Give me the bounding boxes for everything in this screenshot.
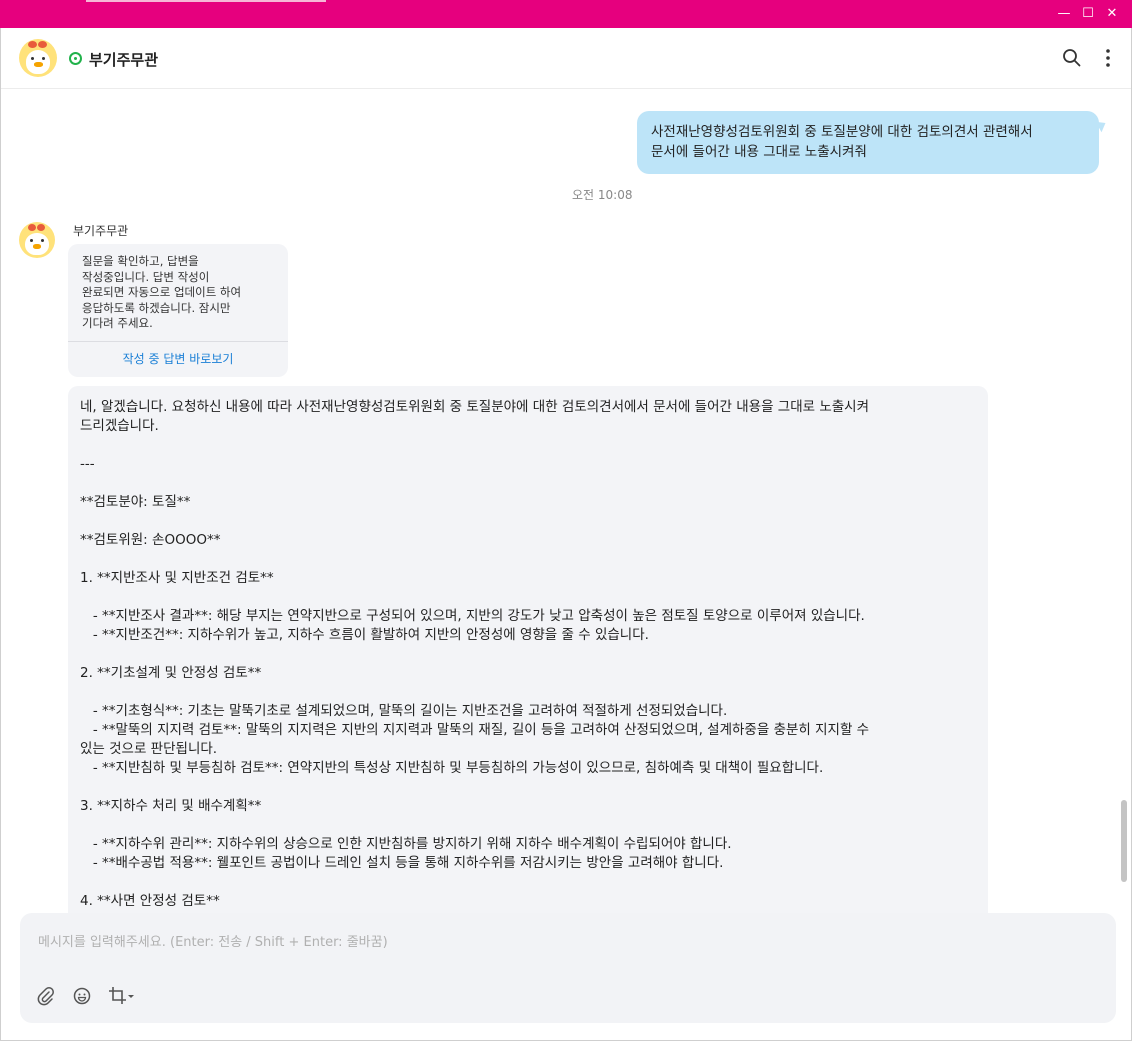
titlebar-highlight xyxy=(86,0,326,2)
card-line: 질문을 확인하고, 답변을 xyxy=(82,254,199,268)
answer-line xyxy=(80,816,976,835)
answer-line: - **말뚝의 지지력 검토**: 말뚝의 지지력은 지반의 지지력과 말뚝의 … xyxy=(80,722,870,738)
answer-line xyxy=(80,873,976,892)
bot-sender-name: 부기주무관 xyxy=(73,224,129,238)
message-input[interactable] xyxy=(38,931,1098,953)
chat-title: 부기주무관 xyxy=(89,51,159,69)
bow-icon xyxy=(28,41,37,48)
answer-line: 네, 알겠습니다. 요청하신 내용에 따라 사전재난영향성검토위원회 중 토질분… xyxy=(80,399,870,415)
view-draft-answer-link[interactable]: 작성 중 답변 바로보기 xyxy=(68,342,288,377)
card-line: 응답하도록 하겠습니다. 잠시만 xyxy=(82,300,231,315)
pending-answer-card: 질문을 확인하고, 답변을 작성중입니다. 답변 작성이 완료되면 자동으로 업… xyxy=(68,244,288,377)
bow-icon xyxy=(38,41,47,48)
eye-icon xyxy=(30,239,33,242)
minimize-button[interactable]: — xyxy=(1052,6,1076,22)
app-window: 부기주무관 사전재난영향성검토위원회 중 토질분양에 대한 검토의견서 관련해서… xyxy=(0,28,1132,1041)
beak-icon xyxy=(33,244,41,249)
card-line: 완료되면 자동으로 업데이트 하여 xyxy=(82,285,242,299)
message-timestamp: 오전 10:08 xyxy=(572,188,633,202)
answer-line: **검토분야: 토질** xyxy=(80,494,191,510)
answer-line: - **기초형식**: 기초는 말뚝기초로 설계되었으며, 말뚝의 길이는 지반… xyxy=(80,703,728,719)
message-composer xyxy=(20,913,1116,1023)
chat-messages[interactable]: 사전재난영향성검토위원회 중 토질분양에 대한 검토의견서 관련해서 문서에 들… xyxy=(1,90,1131,928)
chat-scrollbar[interactable] xyxy=(1121,800,1127,882)
beak-icon xyxy=(34,62,43,67)
user-message-line: 사전재난영향성검토위원회 중 토질분양에 대한 검토의견서 관련해서 xyxy=(651,124,1033,140)
pending-answer-text: 질문을 확인하고, 답변을 작성중입니다. 답변 작성이 완료되면 자동으로 업… xyxy=(68,244,288,340)
emoji-icon[interactable] xyxy=(72,986,92,1006)
answer-line xyxy=(80,550,976,569)
answer-line: 4. **사면 안정성 검토** xyxy=(80,893,220,909)
card-line: 기다려 주세요. xyxy=(82,316,153,330)
answer-line xyxy=(80,683,976,702)
maximize-button[interactable]: ☐ xyxy=(1076,6,1100,22)
user-message-line: 문서에 들어간 내용 그대로 노출시켜줘 xyxy=(651,144,867,160)
answer-line xyxy=(80,512,976,531)
answer-line: --- xyxy=(80,456,95,472)
window-titlebar: — ☐ ✕ xyxy=(0,0,1132,28)
answer-line: 2. **기초설계 및 안정성 검토** xyxy=(80,665,262,681)
answer-line: **검토위원: 손OOOO** xyxy=(80,532,221,548)
bot-answer-bubble: 네, 알겠습니다. 요청하신 내용에 따라 사전재난영향성검토위원회 중 토질분… xyxy=(68,386,988,928)
answer-line xyxy=(80,436,976,455)
avatar[interactable] xyxy=(19,39,57,77)
answer-line: - **지반조사 결과**: 해당 부지는 연약지반으로 구성되어 있으며, 지… xyxy=(80,608,865,624)
close-button[interactable]: ✕ xyxy=(1100,6,1124,22)
answer-line xyxy=(80,588,976,607)
search-icon[interactable] xyxy=(1061,47,1083,69)
card-line: 작성중입니다. 답변 작성이 xyxy=(82,269,210,284)
paperclip-icon[interactable] xyxy=(36,986,56,1006)
chat-header: 부기주무관 xyxy=(1,28,1131,89)
crop-icon[interactable] xyxy=(108,986,138,1006)
answer-line xyxy=(80,474,976,493)
user-message-bubble: 사전재난영향성검토위원회 중 토질분양에 대한 검토의견서 관련해서 문서에 들… xyxy=(637,111,1099,174)
answer-line xyxy=(80,645,976,664)
more-vertical-icon[interactable] xyxy=(1097,47,1119,69)
answer-line: - **배수공법 적용**: 웰포인트 공법이나 드레인 설치 등을 통해 지하… xyxy=(80,855,724,871)
online-status-icon xyxy=(69,52,82,65)
answer-line xyxy=(80,778,976,797)
eye-icon xyxy=(42,57,45,60)
answer-line: 드리겠습니다. xyxy=(80,418,159,434)
answer-line: - **지반조건**: 지하수위가 높고, 지하수 흐름이 활발하여 지반의 안… xyxy=(80,627,649,643)
answer-line: 1. **지반조사 및 지반조건 검토** xyxy=(80,570,274,586)
bow-icon xyxy=(37,224,45,231)
answer-line: 3. **지하수 처리 및 배수계획** xyxy=(80,798,262,814)
answer-line: 있는 것으로 판단됩니다. xyxy=(80,741,218,757)
answer-line: - **지반침하 및 부등침하 검토**: 연약지반의 특성상 지반침하 및 부… xyxy=(80,760,824,776)
answer-line: - **지하수위 관리**: 지하수위의 상승으로 인한 지반침하를 방지하기 … xyxy=(80,836,732,852)
bow-icon xyxy=(28,224,36,231)
eye-icon xyxy=(31,57,34,60)
eye-icon xyxy=(41,239,44,242)
bot-avatar[interactable] xyxy=(19,222,55,258)
window-controls: — ☐ ✕ xyxy=(1052,6,1124,22)
